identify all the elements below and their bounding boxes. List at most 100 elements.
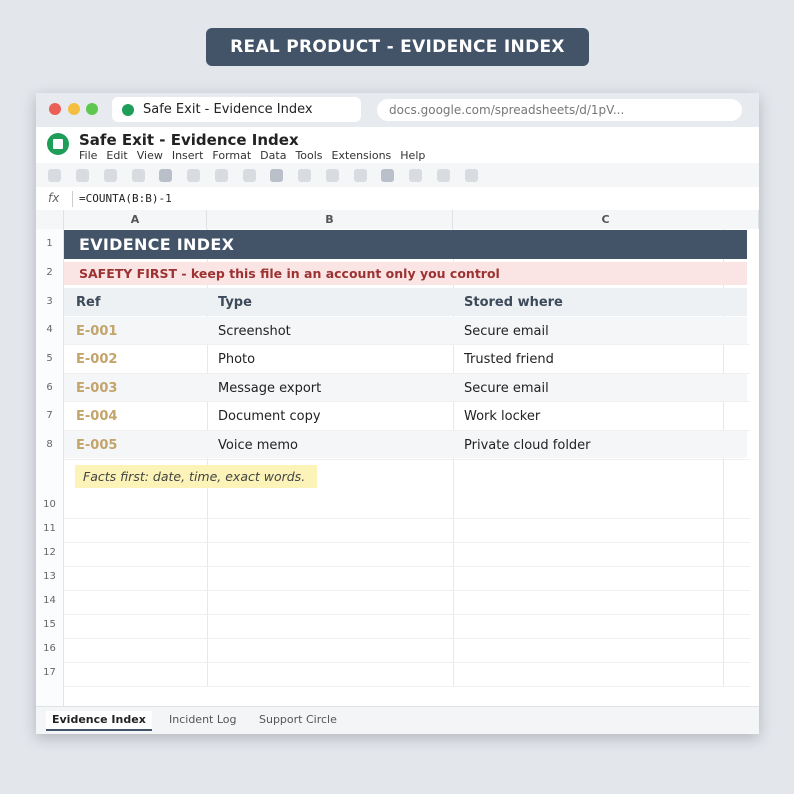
row-band <box>64 317 747 344</box>
safety-note[interactable]: SAFETY FIRST - keep this file in an acco… <box>64 262 747 285</box>
toolbar-button[interactable] <box>437 169 450 182</box>
grid-line <box>64 566 750 567</box>
cell-stored-where[interactable]: Private cloud folder <box>464 438 591 453</box>
row-number[interactable]: 3 <box>36 296 63 307</box>
cell-type[interactable]: Voice memo <box>218 438 298 453</box>
row-number[interactable]: 6 <box>36 382 63 393</box>
cell-ref[interactable]: E-002 <box>76 352 117 367</box>
toolbar-button[interactable] <box>187 169 200 182</box>
row-number[interactable]: 10 <box>36 499 63 510</box>
cell-stored-where[interactable]: Secure email <box>464 324 549 339</box>
sheet-tab-evidence-index[interactable]: Evidence Index <box>46 711 152 731</box>
row-number[interactable]: 1 <box>36 238 63 249</box>
menu-edit[interactable]: Edit <box>106 149 127 162</box>
row-number[interactable]: 8 <box>36 439 63 450</box>
toolbar-button[interactable] <box>132 169 145 182</box>
address-bar[interactable]: docs.google.com/spreadsheets/d/1pV... <box>377 99 742 121</box>
document-title[interactable]: Safe Exit - Evidence Index <box>79 131 299 149</box>
grid-line <box>64 686 750 687</box>
toolbar-button[interactable] <box>465 169 478 182</box>
column-header-a[interactable]: A <box>64 210 207 229</box>
cell-ref[interactable]: E-005 <box>76 438 117 453</box>
cell-stored-where[interactable]: Secure email <box>464 381 549 396</box>
tip-note[interactable]: Facts first: date, time, exact words. <box>75 465 317 488</box>
header-stored-where[interactable]: Stored where <box>464 295 563 310</box>
toolbar-button[interactable] <box>381 169 394 182</box>
grid-line <box>64 518 750 519</box>
sheet-tab-incident-log[interactable]: Incident Log <box>169 713 237 726</box>
browser-window: Safe Exit - Evidence Index docs.google.c… <box>36 93 759 734</box>
formula-bar: fx =COUNTA(B:B)-1 <box>36 188 759 211</box>
sheets-favicon-icon <box>122 103 134 116</box>
cell-type[interactable]: Screenshot <box>218 324 291 339</box>
row-number[interactable]: 14 <box>36 595 63 606</box>
row-number[interactable]: 11 <box>36 523 63 534</box>
cell-ref[interactable]: E-003 <box>76 381 117 396</box>
sheet-tab-support-circle[interactable]: Support Circle <box>259 713 337 726</box>
row-number[interactable]: 13 <box>36 571 63 582</box>
formula-input[interactable]: =COUNTA(B:B)-1 <box>79 192 172 205</box>
grid-line <box>64 590 750 591</box>
sheets-logo-icon[interactable] <box>47 133 69 155</box>
toolbar-button[interactable] <box>243 169 256 182</box>
column-header-b[interactable]: B <box>207 210 453 229</box>
row-band <box>64 374 747 401</box>
row-number[interactable]: 12 <box>36 547 63 558</box>
grid-line <box>64 662 750 663</box>
grid-line <box>64 373 750 374</box>
row-number[interactable]: 15 <box>36 619 63 630</box>
grid-line <box>64 401 750 402</box>
table-header-row <box>64 288 747 316</box>
menu-view[interactable]: View <box>137 149 163 162</box>
toolbar-button[interactable] <box>298 169 311 182</box>
toolbar-button[interactable] <box>104 169 117 182</box>
cell-stored-where[interactable]: Trusted friend <box>464 352 554 367</box>
cell-stored-where[interactable]: Work locker <box>464 409 540 424</box>
cell-type[interactable]: Document copy <box>218 409 321 424</box>
column-header-c[interactable]: C <box>453 210 759 229</box>
toolbar-button[interactable] <box>326 169 339 182</box>
grid-line <box>64 638 750 639</box>
grid-line <box>64 430 750 431</box>
toolbar-button[interactable] <box>409 169 422 182</box>
header-ref[interactable]: Ref <box>76 295 100 310</box>
menu-extensions[interactable]: Extensions <box>332 149 392 162</box>
toolbar-button[interactable] <box>270 169 283 182</box>
maximize-window-dot[interactable] <box>86 103 98 115</box>
cell-type[interactable]: Message export <box>218 381 321 396</box>
row-number[interactable]: 2 <box>36 267 63 278</box>
menu-file[interactable]: File <box>79 149 97 162</box>
row-number[interactable]: 7 <box>36 410 63 421</box>
row-number[interactable]: 16 <box>36 643 63 654</box>
menu-tools[interactable]: Tools <box>295 149 322 162</box>
sheet-title[interactable]: EVIDENCE INDEX <box>64 230 747 259</box>
toolbar-button[interactable] <box>159 169 172 182</box>
toolbar-button[interactable] <box>76 169 89 182</box>
grid-line <box>64 614 750 615</box>
grid-line <box>64 542 750 543</box>
toolbar-button[interactable] <box>48 169 61 182</box>
menu-insert[interactable]: Insert <box>172 149 204 162</box>
row-number[interactable]: 5 <box>36 353 63 364</box>
menu-bar: File Edit View Insert Format Data Tools … <box>79 149 434 162</box>
select-all-corner[interactable] <box>36 210 64 229</box>
browser-tab-title: Safe Exit - Evidence Index <box>143 102 313 117</box>
row-number[interactable]: 4 <box>36 324 63 335</box>
header-type[interactable]: Type <box>218 295 252 310</box>
menu-data[interactable]: Data <box>260 149 286 162</box>
row-number[interactable]: 17 <box>36 667 63 678</box>
toolbar-button[interactable] <box>215 169 228 182</box>
browser-tab[interactable]: Safe Exit - Evidence Index <box>112 97 361 122</box>
toolbar <box>36 163 759 187</box>
toolbar-button[interactable] <box>354 169 367 182</box>
menu-help[interactable]: Help <box>400 149 425 162</box>
cell-ref[interactable]: E-004 <box>76 409 117 424</box>
fx-divider <box>72 191 73 207</box>
close-window-dot[interactable] <box>49 103 61 115</box>
cell-type[interactable]: Photo <box>218 352 255 367</box>
menu-format[interactable]: Format <box>212 149 251 162</box>
sheet-tab-bar: Evidence Index Incident Log Support Circ… <box>36 706 759 734</box>
fx-label: fx <box>48 191 60 205</box>
cell-ref[interactable]: E-001 <box>76 324 117 339</box>
minimize-window-dot[interactable] <box>68 103 80 115</box>
